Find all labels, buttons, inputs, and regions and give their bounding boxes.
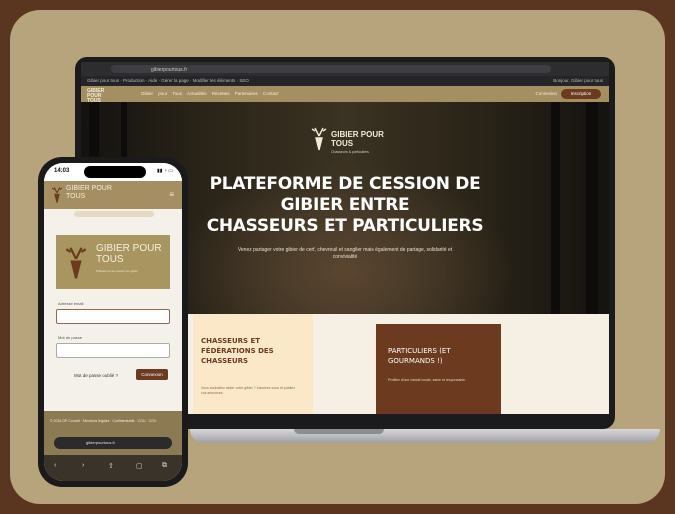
mobile-address-text: gibierpourtous.fr (86, 440, 115, 445)
individuals-card-body: Profitez d'une viande locale, saine et r… (388, 378, 466, 382)
back-icon[interactable]: ‹ (54, 462, 56, 469)
login-link[interactable]: Connexion (535, 91, 557, 96)
hunters-card[interactable]: CHASSEURS ET FÉDÉRATIONS DES CHASSEURS V… (193, 314, 313, 414)
deer-icon (65, 247, 87, 279)
brand-card: GIBIER POUR TOUS Plateforme de cession d… (56, 235, 170, 289)
signup-button[interactable]: Inscription (561, 89, 601, 99)
email-label: Adresse email (58, 301, 84, 306)
greeting-text: Bonjour, Gibier pour tous (553, 78, 603, 83)
phone-screen: 14:03 ▮▮ ◔ ▭ GIBIER POUR TOUS ≡ GIBIER P… (44, 163, 182, 481)
individuals-card-title: PARTICULIERS (ET GOURMANDS !) (388, 347, 451, 365)
hero-logo: GIBIER POUR TOUS Chasseurs & particulier… (309, 126, 389, 160)
share-icon[interactable]: ⇧ (108, 462, 114, 470)
individuals-card[interactable]: PARTICULIERS (ET GOURMANDS !) Profitez d… (376, 324, 501, 414)
hunters-card-title: CHASSEURS ET FÉDÉRATIONS DES CHASSEURS (201, 337, 274, 365)
bookmarks-bar: Gibier pour tous · Production · Aide · G… (81, 76, 609, 86)
hunters-card-body: Vous souhaitez céder votre gibier ? Insc… (201, 386, 295, 395)
tabs-icon[interactable]: ⧉ (162, 462, 167, 470)
bookmarks-icon[interactable]: ▢ (136, 462, 143, 470)
hero-logo-subtitle: Chasseurs & particuliers (331, 150, 369, 154)
mobile-logo[interactable]: GIBIER POUR TOUS (66, 185, 116, 201)
safari-toolbar: ‹ › ⇧ ▢ ⧉ (44, 455, 182, 481)
email-field[interactable] (56, 309, 170, 324)
bookmarks-links[interactable]: Gibier pour tous · Production · Aide · G… (87, 78, 249, 83)
laptop-notch (294, 429, 384, 434)
brand-card-title: GIBIER POUR TOUS (96, 243, 162, 265)
forward-icon[interactable]: › (82, 462, 84, 469)
password-field[interactable] (56, 343, 170, 358)
password-label: Mot de passe (58, 335, 83, 340)
deer-icon (51, 187, 63, 203)
laptop-base (190, 429, 660, 443)
address-text: gibierpourtous.fr (151, 67, 188, 73)
status-bar: 14:03 ▮▮ ◔ ▭ (44, 163, 182, 181)
divider-pill (74, 211, 154, 217)
address-bar[interactable]: gibierpourtous.fr (111, 65, 551, 73)
nav-links[interactable]: Gibier pour Tous Actualités Recettes Par… (141, 91, 278, 96)
footer-text: © 2024 GP Conseil · Mentions légales · C… (50, 419, 157, 423)
site-navbar: GIBIER POUR TOUS Gibier pour Tous Actual… (81, 86, 609, 104)
brand-card-subtitle: Plateforme de cession de gibier (96, 269, 139, 273)
hamburger-menu-icon[interactable]: ≡ (169, 190, 174, 199)
status-time: 14:03 (54, 168, 70, 174)
mobile-address-bar[interactable]: gibierpourtous.fr (54, 437, 172, 449)
mobile-navbar: GIBIER POUR TOUS ≡ (44, 181, 182, 209)
status-icons: ▮▮ ◔ ▭ (156, 168, 173, 174)
hero-subtitle: Venez partager votre gibier de cerf, che… (237, 247, 453, 260)
deer-icon (311, 127, 327, 151)
forgot-password-link[interactable]: Mot de passe oublié ? (74, 373, 118, 378)
connect-button[interactable]: Connexion (136, 369, 168, 380)
mobile-footer: © 2024 GP Conseil · Mentions légales · C… (44, 411, 182, 481)
hero-logo-text: GIBIER POUR TOUS (331, 130, 384, 148)
browser-toolbar: gibierpourtous.fr (81, 62, 609, 76)
dynamic-island (84, 166, 146, 178)
